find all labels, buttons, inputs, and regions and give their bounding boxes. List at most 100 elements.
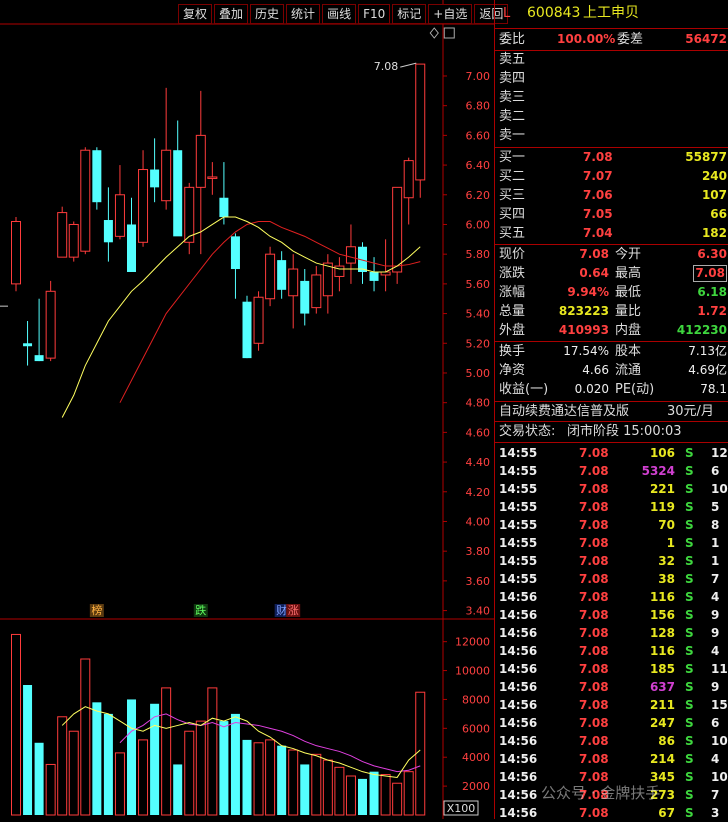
volume-bar-up — [322, 759, 333, 816]
bids-label: 买四 — [499, 207, 526, 222]
candle-body-down — [34, 355, 44, 362]
tick-side: S — [685, 482, 694, 496]
volume-bar-up — [288, 749, 299, 816]
volume-bar-up — [138, 739, 149, 816]
candle-body-up — [57, 212, 68, 258]
candle-body-up — [207, 176, 218, 179]
volume-tick-label: 2000 — [462, 780, 490, 793]
tick-row[interactable]: 14:55 7.08 5324 S 6 — [495, 462, 728, 480]
candle-body-down — [150, 169, 160, 188]
toolbar-button[interactable]: 复权 — [178, 4, 213, 24]
toolbar-button[interactable]: 叠加 — [214, 4, 249, 24]
tick-count: 15 — [711, 698, 728, 712]
bids-volume: 66 — [710, 207, 727, 221]
candle-body-up — [11, 221, 21, 285]
promo-text[interactable]: 自动续费通达信普及版 — [499, 402, 629, 421]
tick-time: 14:56 — [499, 608, 538, 622]
volume-bar-down — [34, 742, 44, 815]
tick-row[interactable]: 14:55 7.08 32 S 1 — [495, 552, 728, 570]
candle-body-up — [45, 290, 56, 359]
tick-row[interactable]: 14:56 7.08 156 S 9 — [495, 606, 728, 624]
bids-row: 买五 7.04 182 — [497, 224, 728, 243]
toolbar-button[interactable]: 标记 — [392, 4, 427, 24]
tick-row[interactable]: 14:56 7.08 86 S 10 — [495, 732, 728, 750]
volume-tick-label: 8000 — [462, 693, 490, 706]
tick-volume: 116 — [649, 644, 675, 658]
tick-row[interactable]: 14:56 7.08 128 S 9 — [495, 624, 728, 642]
volume-bar-up — [80, 658, 91, 816]
candle-body-up — [80, 149, 91, 252]
tick-volume: 156 — [649, 608, 675, 622]
quote-label: 内盘 — [615, 323, 642, 338]
asks-label: 卖四 — [499, 71, 526, 86]
tick-count: 6 — [711, 464, 720, 478]
quote-label: 最高 — [615, 266, 642, 281]
tick-row[interactable]: 14:55 7.08 1 S 1 — [495, 534, 728, 552]
stats-row: 净资 4.66 流通 4.69亿 — [497, 361, 728, 380]
tick-volume: 637 — [649, 680, 675, 694]
volume-bar-down — [150, 703, 160, 815]
price-tick-label: 4.60 — [466, 426, 491, 439]
tick-time: 14:56 — [499, 734, 538, 748]
tick-price: 7.08 — [579, 536, 609, 550]
toolbar-button[interactable]: F10 — [358, 4, 391, 24]
tick-row[interactable]: 14:55 7.08 221 S 10 — [495, 480, 728, 498]
price-tick-label: 3.60 — [466, 575, 491, 588]
kline-chart-area[interactable]: 7.00 6.80 6.60 6.40 6.20 6.00 5.80 5.60 5.40 5.20… — [0, 0, 494, 819]
tick-row[interactable]: 14:55 7.08 106 S 12 — [495, 444, 728, 462]
tick-row[interactable]: 14:56 7.08 116 S 4 — [495, 588, 728, 606]
tick-side: S — [685, 536, 694, 550]
toolbar-button[interactable]: 历史 — [250, 4, 285, 24]
bids-price: 7.06 — [583, 188, 613, 202]
toolbar-button[interactable]: +自选 — [428, 4, 473, 24]
promo-row[interactable]: 自动续费通达信普及版 30元/月 — [497, 402, 728, 421]
volume-bar-up — [334, 766, 345, 816]
diamond-icon — [429, 27, 439, 39]
tick-volume: 70 — [658, 518, 675, 532]
volume-bar-up — [403, 771, 414, 816]
tick-time: 14:55 — [499, 536, 538, 550]
candle-body-up — [161, 149, 172, 202]
stats-label: PE(动) — [615, 382, 655, 397]
tick-time: 14:56 — [499, 662, 538, 676]
tick-side: S — [685, 518, 694, 532]
tick-row[interactable]: 14:56 7.08 67 S 3 — [495, 804, 728, 822]
stats-row: 收益(一) 0.020 PE(动) 78.1 — [497, 380, 728, 399]
volume-tick-label: 4000 — [462, 751, 490, 764]
tick-row[interactable]: 14:55 7.08 70 S 8 — [495, 516, 728, 534]
tick-time: 14:55 — [499, 500, 538, 514]
wei-cha-value: 56472 — [685, 32, 727, 46]
tick-volume: 185 — [649, 662, 675, 676]
price-tick-label: 6.60 — [466, 129, 491, 142]
tick-price: 7.08 — [579, 734, 609, 748]
tick-price: 7.08 — [579, 446, 609, 460]
toolbar-button[interactable]: 统计 — [286, 4, 321, 24]
bids-row: 买一 7.08 55877 — [497, 148, 728, 167]
candle-body-down — [23, 343, 33, 347]
tick-row[interactable]: 14:56 7.08 211 S 15 — [495, 696, 728, 714]
tick-row[interactable]: 14:56 7.08 116 S 4 — [495, 642, 728, 660]
tick-row[interactable]: 14:56 7.08 185 S 11 — [495, 660, 728, 678]
tick-time: 14:55 — [499, 554, 538, 568]
tick-row[interactable]: 14:56 7.08 214 S 4 — [495, 750, 728, 768]
tick-row[interactable]: 14:55 7.08 119 S 5 — [495, 498, 728, 516]
bids-label: 买二 — [499, 169, 526, 184]
tick-row[interactable]: 14:55 7.08 38 S 7 — [495, 570, 728, 588]
toolbar-button[interactable]: 画线 — [322, 4, 357, 24]
price-tick-label: 7.00 — [466, 70, 491, 83]
candle-body-up — [265, 253, 276, 300]
asks-row: 卖一 — [497, 126, 728, 145]
tick-count: 9 — [711, 626, 720, 640]
tick-side: S — [685, 464, 694, 478]
tick-price: 7.08 — [579, 518, 609, 532]
quote-label: 涨幅 — [499, 285, 526, 300]
tick-side: S — [685, 770, 694, 784]
volume-bar-up — [207, 687, 218, 816]
promo-price[interactable]: 30元/月 — [667, 402, 714, 421]
price-tick-label: 5.20 — [466, 337, 491, 350]
volume-bar-up — [311, 753, 322, 816]
tick-row[interactable]: 14:56 7.08 247 S 6 — [495, 714, 728, 732]
tick-row[interactable]: 14:56 7.08 637 S 9 — [495, 678, 728, 696]
tick-volume: 128 — [649, 626, 675, 640]
high-price-label: 7.08 — [374, 60, 399, 73]
